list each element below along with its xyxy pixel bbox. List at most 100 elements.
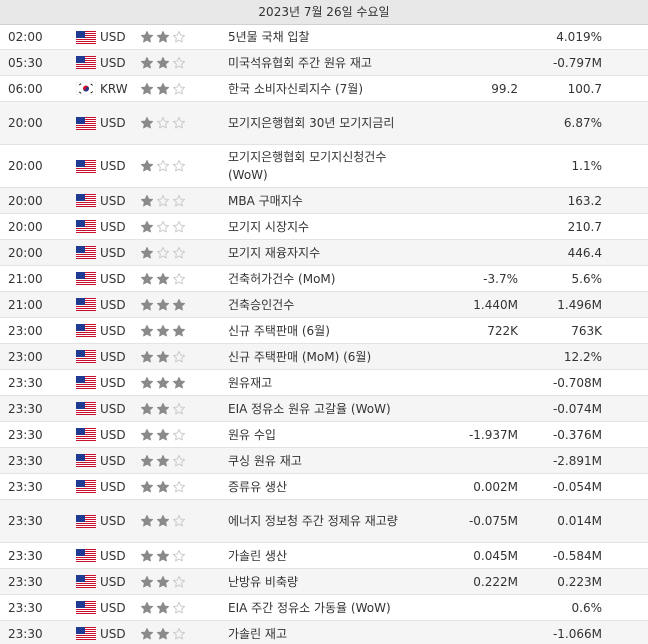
event-name[interactable]: EIA 정유소 원유 고갈율 (WoW) xyxy=(228,400,408,418)
event-time: 23:30 xyxy=(8,548,43,563)
event-row[interactable]: 23:30 USD 난방유 비축량 0.222M 0.223M xyxy=(0,569,648,595)
event-row[interactable]: 23:30 USD 원유재고 -0.708M xyxy=(0,370,648,396)
event-currency: USD xyxy=(100,548,126,563)
event-name[interactable]: 원유재고 xyxy=(228,374,408,392)
event-previous: 763K xyxy=(571,323,602,338)
event-previous: 6.87% xyxy=(563,116,602,130)
event-time: 20:00 xyxy=(8,219,43,234)
event-row[interactable]: 06:00 KRW 한국 소비자신뢰지수 (7월) 99.2 100.7 xyxy=(0,76,648,102)
event-name[interactable]: 쿠싱 원유 재고 xyxy=(228,452,408,470)
event-row[interactable]: 21:00 USD 건축승인건수 1.440M 1.496M xyxy=(0,292,648,318)
event-name[interactable]: 모기지 재융자지수 xyxy=(228,244,408,262)
event-actual: 0.002M xyxy=(473,479,518,494)
event-currency: USD xyxy=(100,55,126,70)
star-filled-icon xyxy=(156,402,170,414)
star-empty-icon xyxy=(172,350,186,362)
importance-stars xyxy=(140,601,228,615)
importance-stars xyxy=(140,549,228,563)
star-filled-icon xyxy=(156,627,170,639)
event-name[interactable]: 증류유 생산 xyxy=(228,478,408,496)
star-empty-icon xyxy=(172,454,186,466)
event-row[interactable]: 23:30 USD 쿠싱 원유 재고 -2.891M xyxy=(0,448,648,474)
event-actual: 1.440M xyxy=(473,297,518,312)
event-name[interactable]: 모기지은행협회 30년 모기지금리 xyxy=(228,114,408,132)
event-row[interactable]: 23:30 USD 가솔린 재고 -1.066M xyxy=(0,621,648,644)
event-row[interactable]: 23:30 USD 가솔린 생산 0.045M -0.584M xyxy=(0,543,648,569)
event-row[interactable]: 23:00 USD 신규 주택판매 (6월) 722K 763K xyxy=(0,318,648,344)
event-time: 23:30 xyxy=(8,600,43,615)
star-empty-icon xyxy=(172,627,186,639)
event-name[interactable]: 신규 주택판매 (MoM) (6월) xyxy=(228,348,408,366)
event-row[interactable]: 23:30 USD 증류유 생산 0.002M -0.054M xyxy=(0,474,648,500)
us-flag-icon xyxy=(76,627,96,640)
us-flag-icon xyxy=(76,514,96,528)
us-flag-icon xyxy=(76,194,96,207)
event-name[interactable]: 건축허가건수 (MoM) xyxy=(228,270,408,288)
event-row[interactable]: 05:30 USD 미국석유협회 주간 원유 재고 -0.797M xyxy=(0,50,648,76)
event-row[interactable]: 20:00 USD 모기지 재융자지수 446.4 xyxy=(0,240,648,266)
star-filled-icon xyxy=(172,376,186,388)
event-previous: 1.1% xyxy=(571,159,603,173)
event-previous: -0.708M xyxy=(552,375,602,390)
event-name[interactable]: 건축승인건수 xyxy=(228,296,408,314)
star-empty-icon xyxy=(172,601,186,613)
star-empty-icon xyxy=(172,428,186,440)
us-flag-icon xyxy=(76,116,96,130)
us-flag-icon xyxy=(76,454,96,467)
event-name[interactable]: 5년물 국채 입찰 xyxy=(228,28,408,46)
event-row[interactable]: 21:00 USD 건축허가건수 (MoM) -3.7% 5.6% xyxy=(0,266,648,292)
event-name[interactable]: 신규 주택판매 (6월) xyxy=(228,322,408,340)
event-currency: KRW xyxy=(100,81,128,96)
importance-stars xyxy=(140,454,228,468)
star-filled-icon xyxy=(140,298,154,310)
star-filled-icon xyxy=(140,428,154,440)
event-name[interactable]: 가솔린 생산 xyxy=(228,547,408,565)
event-name[interactable]: 미국석유협회 주간 원유 재고 xyxy=(228,54,408,72)
event-currency: USD xyxy=(100,219,126,234)
event-name[interactable]: 난방유 비축량 xyxy=(228,573,408,591)
event-previous: 0.6% xyxy=(571,600,603,615)
star-filled-icon xyxy=(156,428,170,440)
star-empty-icon xyxy=(156,159,170,172)
event-name[interactable]: EIA 주간 정유소 가동율 (WoW) xyxy=(228,599,408,617)
event-previous: -1.066M xyxy=(552,626,602,641)
star-filled-icon xyxy=(140,549,154,561)
event-time: 02:00 xyxy=(8,30,43,44)
event-name[interactable]: 에너지 정보청 주간 정제유 재고량 xyxy=(228,512,408,530)
us-flag-icon xyxy=(76,601,96,614)
star-filled-icon xyxy=(140,376,154,388)
star-filled-icon xyxy=(140,82,154,94)
importance-stars xyxy=(140,194,228,208)
star-filled-icon xyxy=(172,324,186,336)
importance-stars xyxy=(140,376,228,390)
importance-stars xyxy=(140,575,228,589)
event-row[interactable]: 20:00 USD 모기지은행협회 모기지신청건수 (WoW) 1.1% xyxy=(0,145,648,188)
event-currency: USD xyxy=(100,193,126,208)
event-row[interactable]: 23:00 USD 신규 주택판매 (MoM) (6월) 12.2% xyxy=(0,344,648,370)
event-row[interactable]: 02:00 USD 5년물 국채 입찰 4.019% xyxy=(0,25,648,50)
event-row[interactable]: 20:00 USD 모기지은행협회 30년 모기지금리 6.87% xyxy=(0,102,648,145)
star-filled-icon xyxy=(156,480,170,492)
event-row[interactable]: 23:30 USD EIA 주간 정유소 가동율 (WoW) 0.6% xyxy=(0,595,648,621)
star-filled-icon xyxy=(140,601,154,613)
event-row[interactable]: 23:30 USD 에너지 정보청 주간 정제유 재고량 -0.075M 0.0… xyxy=(0,500,648,543)
star-filled-icon xyxy=(140,402,154,414)
event-name[interactable]: MBA 구매지수 xyxy=(228,192,408,210)
star-filled-icon xyxy=(140,194,154,206)
event-row[interactable]: 23:30 USD EIA 정유소 원유 고갈율 (WoW) -0.074M xyxy=(0,396,648,422)
event-row[interactable]: 20:00 USD MBA 구매지수 163.2 xyxy=(0,188,648,214)
event-row[interactable]: 20:00 USD 모기지 시장지수 210.7 xyxy=(0,214,648,240)
event-name[interactable]: 모기지은행협회 모기지신청건수 (WoW) xyxy=(228,148,408,184)
event-actual: -3.7% xyxy=(483,271,518,286)
event-name[interactable]: 한국 소비자신뢰지수 (7월) xyxy=(228,80,408,98)
event-name[interactable]: 모기지 시장지수 xyxy=(228,218,408,236)
event-actual: 99.2 xyxy=(491,81,518,96)
event-name[interactable]: 원유 수입 xyxy=(228,426,408,444)
event-row[interactable]: 23:30 USD 원유 수입 -1.937M -0.376M xyxy=(0,422,648,448)
event-currency: USD xyxy=(100,159,126,173)
star-empty-icon xyxy=(172,246,186,258)
star-filled-icon xyxy=(140,116,154,129)
event-name[interactable]: 가솔린 재고 xyxy=(228,625,408,643)
star-filled-icon xyxy=(156,350,170,362)
event-time: 20:00 xyxy=(8,193,43,208)
